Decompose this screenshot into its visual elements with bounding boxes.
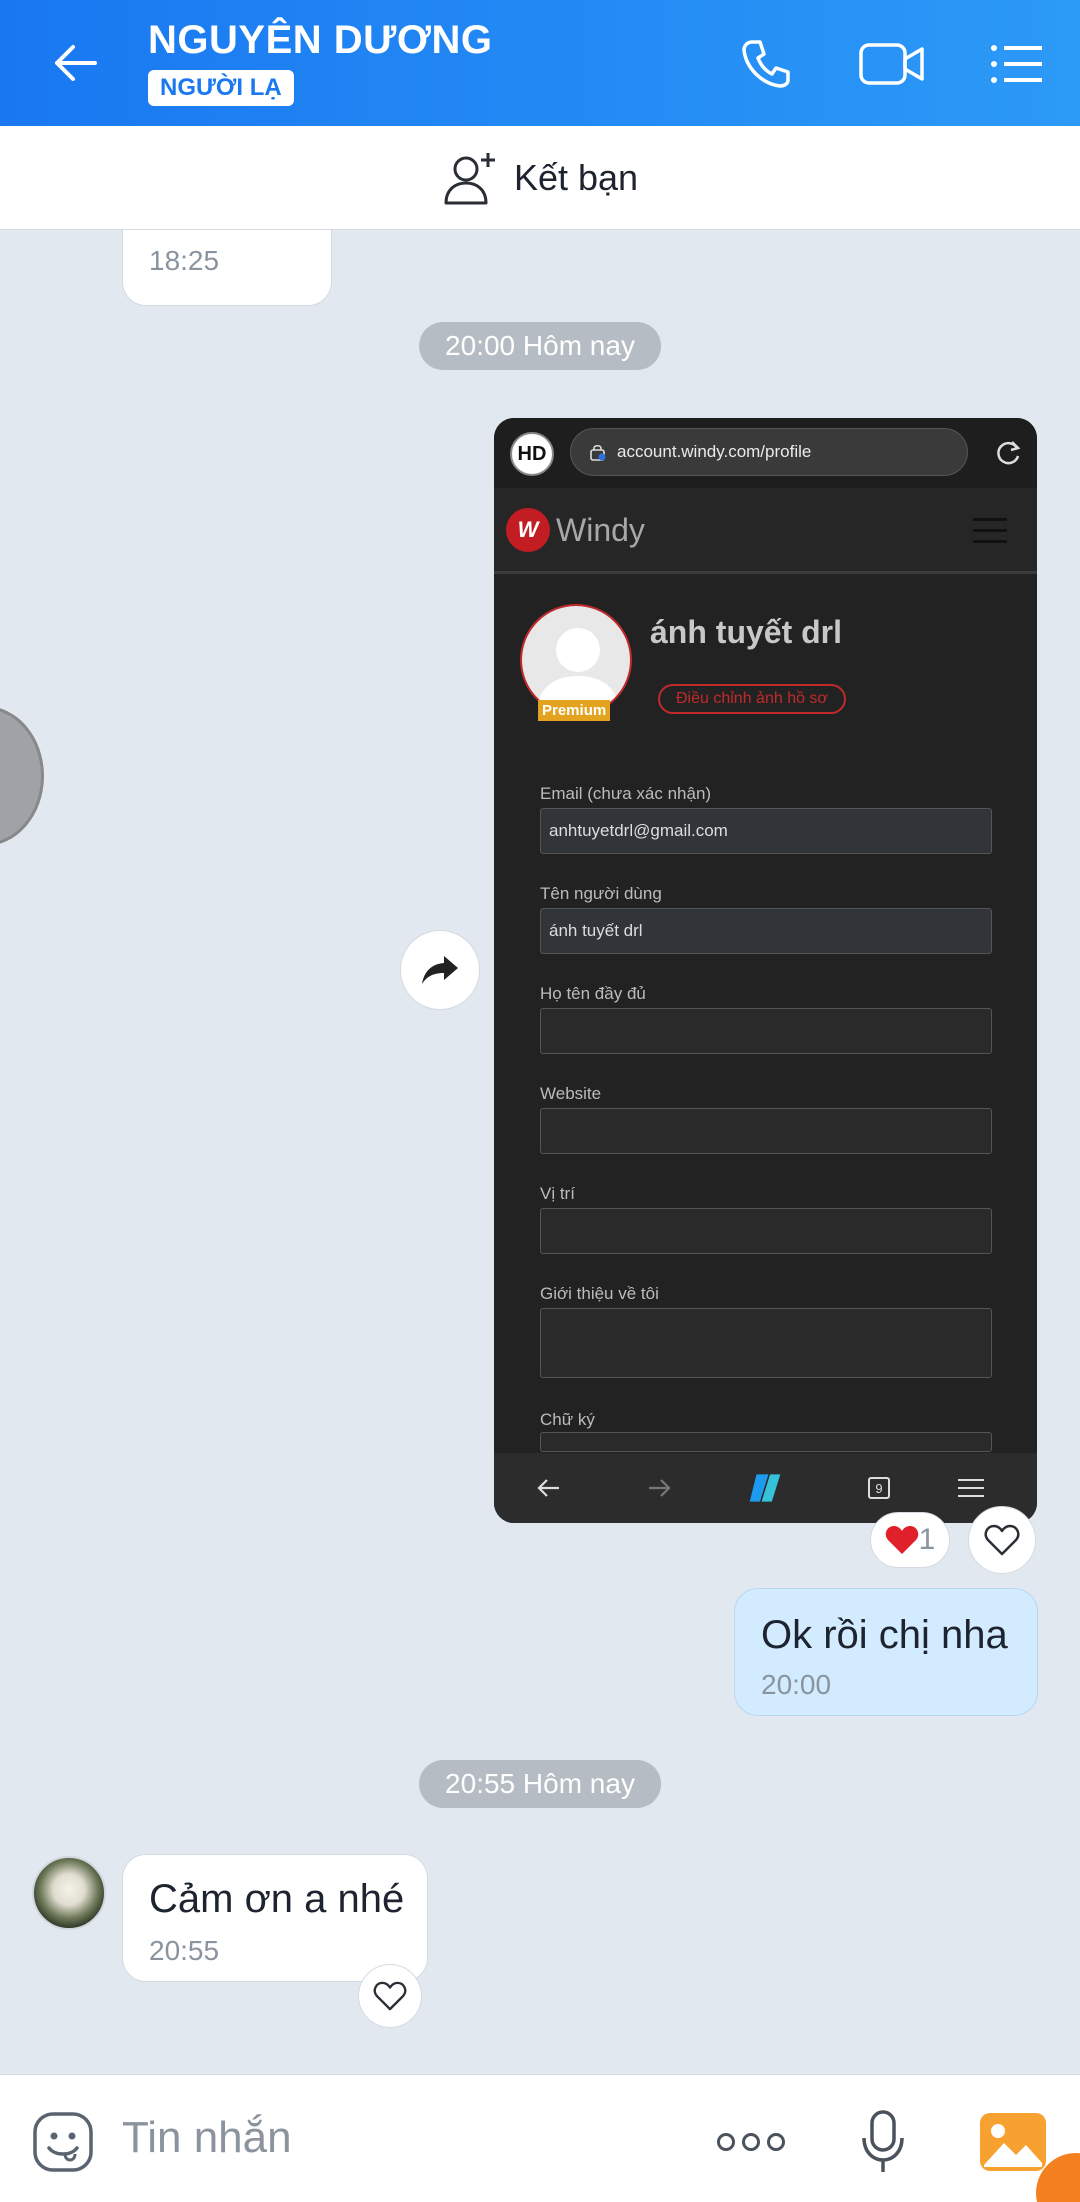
shared-image-message[interactable]: HD account.windy.com/profile W Windy Pre… [494, 418, 1037, 1523]
video-call-icon[interactable] [856, 28, 928, 100]
field-label: Vị trí [540, 1184, 575, 1203]
add-friend-label: Kết bạn [513, 156, 639, 198]
back-icon [532, 1471, 566, 1505]
tabs-icon: 9 [862, 1471, 896, 1505]
email-field: anhtuyetdrl@gmail.com [540, 808, 992, 854]
message-time: 18:25 [149, 245, 220, 276]
message-time: 20:55 [149, 1935, 220, 1966]
message-bubble-out[interactable]: Ok rồi chị nha 20:00 [734, 1588, 1038, 1716]
windy-navbar: W Windy [494, 488, 1037, 574]
hamburger-icon [973, 518, 1007, 544]
field-label: Tên người dùng [540, 884, 662, 903]
sticker-icon[interactable] [28, 2107, 98, 2177]
partial-avatar [0, 706, 44, 846]
browser-logo: HD [510, 432, 554, 476]
message-bubble-in[interactable]: Cảm ơn a nhé 20:55 [122, 1854, 428, 1982]
url-field: account.windy.com/profile [570, 428, 968, 476]
chat-messages[interactable]: 18:25 20:00 Hôm nay HD account.windy.com… [0, 230, 1080, 2074]
phone-call-icon[interactable] [730, 28, 802, 100]
chat-header: NGUYÊN DƯƠNG NGƯỜI LẠ [0, 0, 1080, 126]
forward-arrow-icon [422, 956, 458, 984]
red-heart-icon [885, 1526, 918, 1554]
reload-icon [997, 441, 1021, 465]
image-gallery-icon[interactable] [978, 2107, 1048, 2177]
browser-menu-icon [954, 1471, 988, 1505]
field-label: Chữ ký [540, 1410, 595, 1429]
contact-name[interactable]: NGUYÊN DƯƠNG [148, 18, 492, 63]
date-separator: 20:00 Hôm nay [419, 322, 661, 370]
react-button[interactable] [358, 1964, 422, 2028]
message-text: Ok rồi chị nha [761, 1613, 1008, 1657]
premium-badge: Premium [538, 700, 611, 721]
date-separator: 20:55 Hôm nay [419, 1760, 661, 1808]
field-label: Giới thiệu về tôi [540, 1284, 659, 1303]
reaction-count: 1 [918, 1523, 936, 1556]
field-label: Họ tên đầy đủ [540, 984, 646, 1003]
message-input-bar: Tin nhắn [0, 2074, 1080, 2202]
url-text: account.windy.com/profile [617, 442, 812, 461]
contact-avatar[interactable] [32, 1856, 106, 1930]
microphone-icon[interactable] [848, 2107, 918, 2177]
reaction-badge[interactable]: 1 [870, 1512, 950, 1568]
message-bubble-in[interactable]: 18:25 [122, 230, 332, 306]
add-friend-icon [444, 152, 495, 204]
windy-brand: Windy [556, 512, 645, 548]
message-text: Cảm ơn a nhé [149, 1877, 405, 1921]
back-arrow-icon[interactable] [40, 28, 110, 98]
more-options-icon[interactable] [716, 2107, 786, 2177]
edit-photo-button: Điều chỉnh ảnh hồ sơ [658, 684, 846, 714]
location-field [540, 1208, 992, 1254]
message-time: 20:00 [761, 1669, 832, 1700]
profile-username: ánh tuyết drl [650, 614, 843, 650]
copilot-icon [748, 1471, 782, 1505]
field-label: Website [540, 1084, 602, 1103]
stranger-badge: NGƯỜI LẠ [148, 70, 294, 106]
lock-icon [590, 444, 606, 461]
browser-url-bar: HD account.windy.com/profile [494, 418, 1037, 488]
add-friend-bar[interactable]: Kết bạn [0, 126, 1080, 230]
options-menu-icon[interactable] [980, 28, 1052, 100]
heart-outline-icon [373, 1981, 407, 2011]
forward-icon [642, 1471, 676, 1505]
field-label: Email (chưa xác nhận) [540, 784, 712, 803]
forward-button[interactable] [400, 930, 480, 1010]
website-field [540, 1108, 992, 1154]
fullname-field [540, 1008, 992, 1054]
username-field: ánh tuyết drl [540, 908, 992, 954]
browser-bottom-nav: 9 [494, 1453, 1037, 1523]
signature-field [540, 1432, 992, 1452]
react-button[interactable] [968, 1506, 1036, 1574]
windy-logo-icon: W [506, 508, 550, 552]
about-field [540, 1308, 992, 1378]
message-input[interactable]: Tin nhắn [122, 2113, 292, 2163]
heart-outline-icon [984, 1524, 1020, 1556]
